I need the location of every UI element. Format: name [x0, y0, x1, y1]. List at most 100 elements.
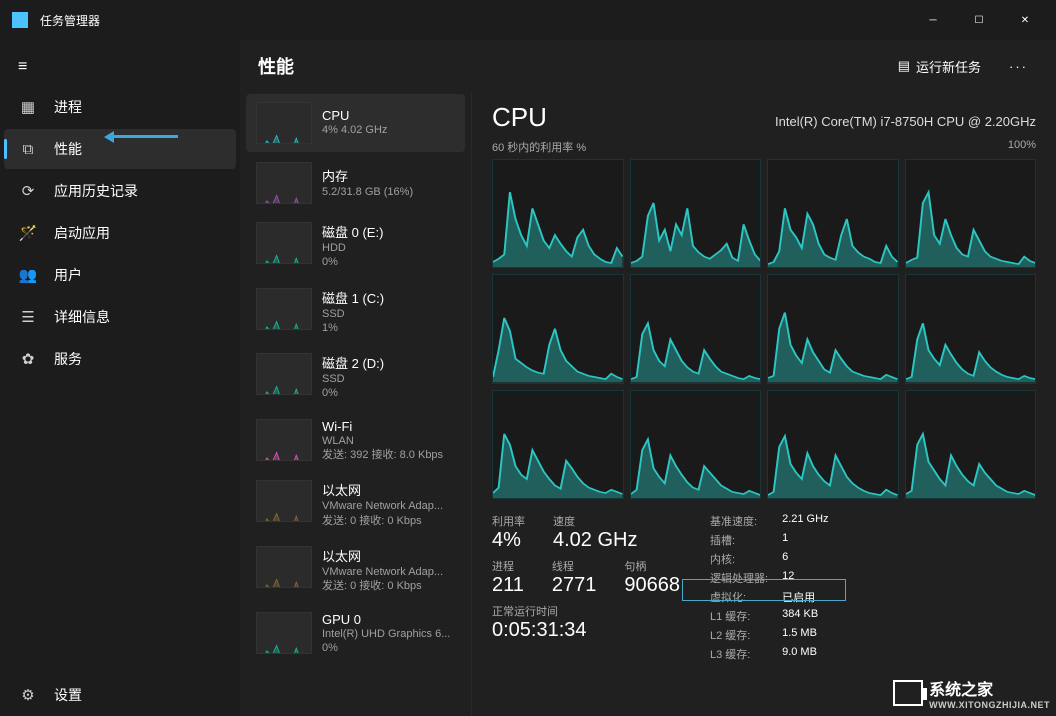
- performance-icon: ⧉: [18, 141, 38, 158]
- perf-title: 以太网: [322, 546, 443, 565]
- perf-thumb: [256, 612, 312, 654]
- chart-label-right: 100%: [1008, 139, 1036, 155]
- window-title: 任务管理器: [40, 12, 100, 29]
- stat-value: 4%: [492, 529, 525, 552]
- watermark-url: WWW.XITONGZHIJIA.NET: [929, 700, 1050, 710]
- nav-label: 应用历史记录: [54, 181, 138, 201]
- processes-icon: ▦: [18, 98, 38, 116]
- spec-value: 12: [782, 570, 828, 586]
- perf-item-wi-fi[interactable]: Wi-Fi WLAN 发送: 392 接收: 8.0 Kbps: [246, 411, 465, 471]
- perf-item--[interactable]: 以太网 VMware Network Adap... 发送: 0 接收: 0 K…: [246, 538, 465, 602]
- detail-title: CPU: [492, 102, 547, 133]
- spec-value: 384 KB: [782, 608, 828, 624]
- nav-processes[interactable]: ▦进程: [4, 87, 236, 127]
- stat-label: 线程: [552, 558, 597, 574]
- spec-value: 1.5 MB: [782, 627, 828, 643]
- chart-label-left: 60 秒内的利用率 %: [492, 139, 586, 155]
- watermark: 系统之家 WWW.XITONGZHIJIA.NET: [893, 676, 1050, 710]
- nav-startup[interactable]: 🪄 启动应用: [4, 213, 236, 253]
- sidebar: ≡ ▦进程 ⧉ 性能 ⟳ 应用历史记录 🪄 启动应用 👥 用户 ☰详细信息 ✿服务 ⚙设…: [0, 40, 240, 716]
- content-header: 性能 ▤ 运行新任务 ···: [240, 40, 1056, 92]
- perf-sub2: 发送: 0 接收: 0 Kbps: [322, 514, 443, 528]
- perf-sub1: Intel(R) UHD Graphics 6...: [322, 627, 450, 641]
- stat-value: 211: [492, 574, 524, 597]
- nav-label: 启动应用: [54, 223, 110, 243]
- perf-item-gpu-0[interactable]: GPU 0 Intel(R) UHD Graphics 6... 0%: [246, 604, 465, 664]
- nav-users[interactable]: 👥 用户: [4, 255, 236, 295]
- nav-label: 性能: [54, 139, 82, 159]
- perf-title: CPU: [322, 108, 387, 123]
- nav-performance[interactable]: ⧉ 性能: [4, 129, 236, 169]
- app-icon: [12, 12, 28, 28]
- perf-title: 内存: [322, 166, 413, 185]
- perf-sub1: 4% 4.02 GHz: [322, 123, 387, 137]
- stat-value: 90668: [624, 574, 680, 597]
- spec-key: 逻辑处理器:: [710, 570, 768, 586]
- perf-item--2-d-[interactable]: 磁盘 2 (D:) SSD 0%: [246, 345, 465, 409]
- spec-value: 1: [782, 532, 828, 548]
- perf-title: GPU 0: [322, 612, 450, 627]
- close-button[interactable]: ✕: [1002, 0, 1048, 40]
- stat-block: 进程211: [492, 558, 524, 597]
- perf-title: 磁盘 0 (E:): [322, 222, 383, 241]
- cpu-core-chart: [767, 159, 899, 268]
- stat-block: 利用率4%: [492, 513, 525, 552]
- nav-services[interactable]: ✿服务: [4, 339, 236, 379]
- startup-icon: 🪄: [18, 224, 38, 242]
- stat-label: 速度: [553, 513, 637, 529]
- perf-item--[interactable]: 内存 5.2/31.8 GB (16%): [246, 154, 465, 212]
- perf-item--1-c-[interactable]: 磁盘 1 (C:) SSD 1%: [246, 280, 465, 344]
- spec-key: L3 缓存:: [710, 646, 768, 662]
- perf-thumb: [256, 102, 312, 144]
- perf-item--0-e-[interactable]: 磁盘 0 (E:) HDD 0%: [246, 214, 465, 278]
- page-title: 性能: [258, 53, 294, 79]
- hamburger-button[interactable]: ≡: [0, 48, 240, 86]
- history-icon: ⟳: [18, 182, 38, 200]
- details-icon: ☰: [18, 308, 38, 326]
- perf-thumb: [256, 222, 312, 264]
- stat-label: 句柄: [624, 558, 680, 574]
- cpu-core-chart: [905, 159, 1037, 268]
- perf-thumb: [256, 162, 312, 204]
- perf-sub1: WLAN: [322, 434, 443, 448]
- minimize-button[interactable]: ─: [910, 0, 956, 40]
- perf-sub2: 发送: 0 接收: 0 Kbps: [322, 579, 443, 593]
- maximize-button[interactable]: ☐: [956, 0, 1002, 40]
- perf-item-cpu[interactable]: CPU 4% 4.02 GHz: [246, 94, 465, 152]
- run-task-label: 运行新任务: [916, 57, 981, 76]
- cpu-core-chart: [630, 390, 762, 499]
- perf-title: 磁盘 1 (C:): [322, 288, 384, 307]
- perf-item--[interactable]: 以太网 VMware Network Adap... 发送: 0 接收: 0 K…: [246, 472, 465, 536]
- perf-title: Wi-Fi: [322, 419, 443, 434]
- cpu-chart-grid: [492, 159, 1036, 499]
- annotation-arrow: [108, 135, 178, 138]
- services-icon: ✿: [18, 350, 38, 368]
- spec-value: 2.21 GHz: [782, 513, 828, 529]
- spec-value: 已启用: [782, 589, 828, 605]
- spec-value: 6: [782, 551, 828, 567]
- stat-value: 4.02 GHz: [553, 529, 637, 552]
- nav-app-history[interactable]: ⟳ 应用历史记录: [4, 171, 236, 211]
- cpu-core-chart: [767, 390, 899, 499]
- watermark-logo: [893, 680, 923, 706]
- more-button[interactable]: ···: [999, 53, 1038, 80]
- cpu-core-chart: [492, 159, 624, 268]
- cpu-core-chart: [630, 159, 762, 268]
- stat-block: 句柄90668: [624, 558, 680, 597]
- perf-sub2: 发送: 392 接收: 8.0 Kbps: [322, 448, 443, 462]
- perf-sub1: SSD: [322, 372, 384, 386]
- nav-details[interactable]: ☰详细信息: [4, 297, 236, 337]
- perf-title: 磁盘 2 (D:): [322, 353, 384, 372]
- users-icon: 👥: [18, 266, 38, 284]
- run-icon: ▤: [898, 58, 910, 74]
- perf-title: 以太网: [322, 480, 443, 499]
- performance-list: CPU 4% 4.02 GHz 内存 5.2/31.8 GB (16%) 磁盘 …: [240, 92, 472, 716]
- cpu-core-chart: [492, 390, 624, 499]
- perf-thumb: [256, 419, 312, 461]
- detail-sub: Intel(R) Core(TM) i7-8750H CPU @ 2.20GHz: [775, 114, 1036, 129]
- spec-value: 9.0 MB: [782, 646, 828, 662]
- nav-label: 用户: [54, 265, 82, 285]
- run-task-button[interactable]: ▤ 运行新任务: [888, 51, 991, 82]
- nav-settings[interactable]: ⚙设置: [4, 675, 236, 715]
- perf-sub1: SSD: [322, 307, 384, 321]
